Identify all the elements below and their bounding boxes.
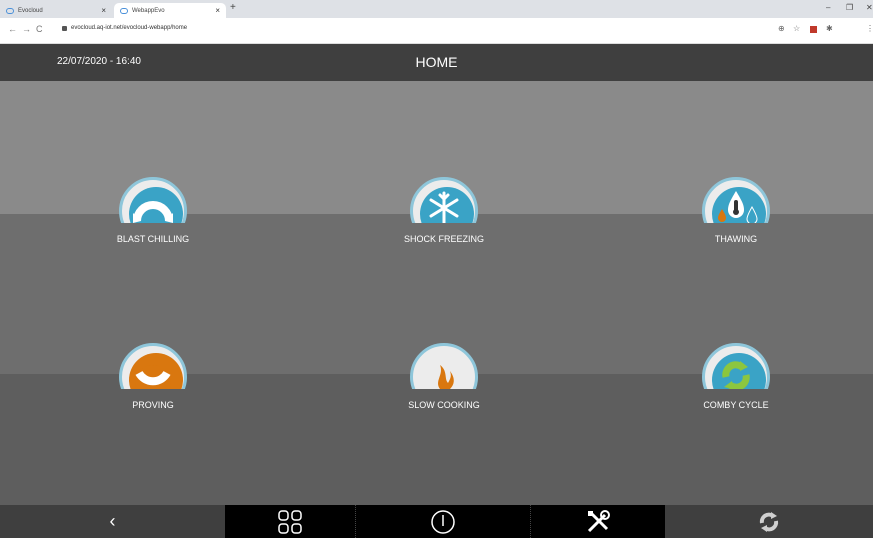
app-header: 22/07/2020 - 16:40 HOME [0,44,873,81]
bottom-nav-bar: ‹ [0,505,873,538]
back-arrow-icon[interactable]: ← [8,24,17,34]
program-label: BLAST CHILLING [116,234,190,244]
program-thawing[interactable]: THAWING [636,177,836,244]
browser-tabstrip: Evocloud × WebappEvo × + – ❐ ✕ [0,0,873,18]
blast-chilling-icon [119,177,187,223]
grid-menu-icon [278,509,302,534]
page-title: HOME [415,54,458,70]
program-label: COMBY CYCLE [703,400,769,410]
forward-arrow-icon[interactable]: → [22,24,31,34]
new-tab-button[interactable]: + [230,2,236,13]
tab-title: WebappEvo [132,7,165,14]
program-slow-cooking[interactable]: SLOW COOKING [344,343,544,410]
proving-icon [119,343,187,389]
program-label: THAWING [714,234,758,244]
power-button[interactable] [355,505,530,538]
tools-icon [587,509,610,532]
back-icon: ‹ [109,511,116,531]
settings-tools-button[interactable] [530,505,665,538]
cycle-button[interactable] [665,505,873,538]
back-button[interactable]: ‹ [0,505,225,538]
menu-kebab-icon[interactable]: ⋮ [866,24,873,33]
minimize-icon[interactable]: – [826,3,830,12]
slow-cooking-icon [410,343,478,389]
browser-tab-evocloud[interactable]: Evocloud × [0,3,112,18]
tab-close-icon[interactable]: × [101,6,106,15]
program-label: PROVING [132,400,174,410]
browser-toolbar: ← → C evocloud.aq-iot.net/evocloud-webap… [0,18,873,44]
program-label: SHOCK FREEZING [403,234,484,244]
lock-icon [62,26,67,31]
cloud-icon [120,7,128,14]
close-window-icon[interactable]: ✕ [866,3,873,12]
program-label: SLOW COOKING [408,400,480,410]
tab-close-icon[interactable]: × [215,6,220,15]
bookmark-star-icon[interactable]: ☆ [793,24,800,33]
browser-tab-webappevo[interactable]: WebappEvo × [114,3,226,18]
restore-icon[interactable]: ❐ [846,3,853,12]
program-comby-cycle[interactable]: COMBY CYCLE [636,343,836,410]
cycle-icon [759,511,779,532]
comby-cycle-icon [702,343,770,389]
extensions-puzzle-icon[interactable]: ✱ [826,24,833,33]
zoom-icon[interactable]: ⊕ [778,24,785,33]
thawing-icon [702,177,770,223]
extension-icon[interactable] [810,26,817,33]
tab-title: Evocloud [18,7,43,14]
shock-freezing-icon [410,177,478,223]
program-blast-chilling[interactable]: BLAST CHILLING [53,177,253,244]
menu-grid-button[interactable] [225,505,355,538]
program-shock-freezing[interactable]: SHOCK FREEZING [344,177,544,244]
program-proving[interactable]: PROVING [53,343,253,410]
reload-icon[interactable]: C [36,24,43,34]
power-icon [431,509,455,534]
cloud-icon [6,7,14,14]
url-field[interactable]: evocloud.aq-iot.net/evocloud-webapp/home [71,25,187,31]
